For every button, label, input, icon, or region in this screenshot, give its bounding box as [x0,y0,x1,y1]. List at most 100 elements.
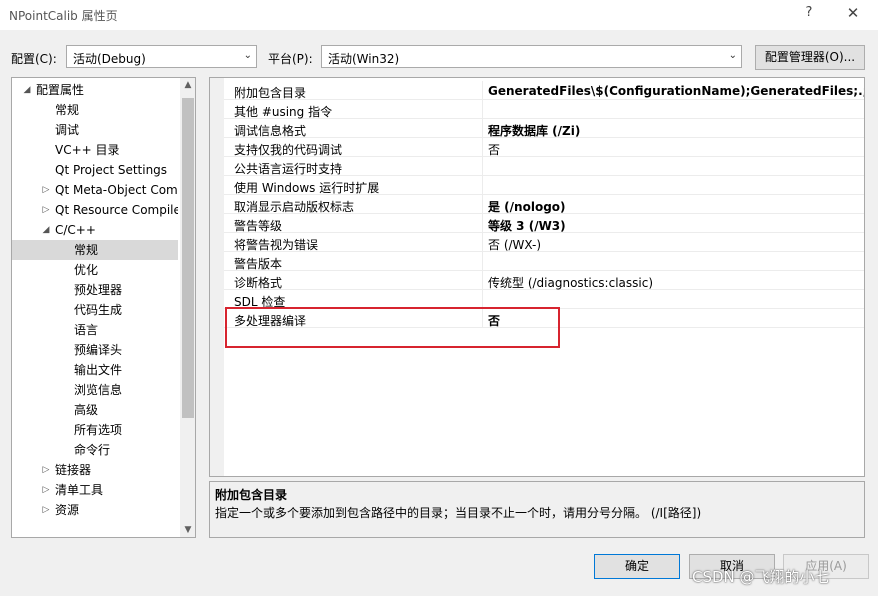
tree-item[interactable]: ▷ 清单工具 [12,480,178,500]
property-name: 警告版本 [234,257,283,271]
close-icon[interactable]: ✕ [842,4,864,22]
tree-item-label: 高级 [74,403,99,417]
tree-item-label: 输出文件 [74,363,123,377]
tree-item-label: 命令行 [74,443,111,457]
property-name: 警告等级 [234,219,283,233]
ok-button[interactable]: 确定 [594,554,680,579]
property-name: 将警告视为错误 [234,238,319,252]
configuration-manager-button[interactable]: 配置管理器(O)... [755,45,865,70]
property-value[interactable]: GeneratedFiles\$(ConfigurationName);Gene… [488,84,864,98]
column-divider [482,157,483,176]
column-divider [482,252,483,271]
expand-arrow-icon[interactable]: ▷ [41,500,51,520]
tree-item-label: 配置属性 [36,83,85,97]
tree-item-label: 所有选项 [74,423,123,437]
property-name: 支持仅我的代码调试 [234,143,343,157]
property-name: 诊断格式 [234,276,283,290]
tree-item-label: 优化 [74,263,99,277]
tree-item-label: 预编译头 [74,343,123,357]
column-divider [482,81,483,100]
property-grid: 附加包含目录 GeneratedFiles\$(ConfigurationName… [209,77,865,477]
config-dropdown[interactable]: 活动(Debug) ⌄ [66,45,257,68]
platform-label: 平台(P): [268,52,313,66]
property-value[interactable]: 否 (/WX-) [488,236,864,253]
property-row[interactable]: 取消显示启动版权标志 是 (/nologo) [224,195,864,215]
property-name: 使用 Windows 运行时扩展 [234,181,380,195]
grid-gutter [210,78,224,476]
property-value[interactable]: 等级 3 (/W3) [488,217,864,234]
tree-item-label: 调试 [55,123,80,137]
tree-item[interactable]: 高级 [12,400,178,420]
tree-item[interactable]: ◢ C/C++ [12,220,178,240]
property-row[interactable]: 将警告视为错误 否 (/WX-) [224,233,864,253]
tree-item-label: Qt Resource Compiler [55,203,178,217]
tree-item[interactable]: 常规 [12,240,178,260]
tree-item[interactable]: 命令行 [12,440,178,460]
tree-item-label: 常规 [55,103,80,117]
platform-dropdown-value: 活动(Win32) [328,52,400,66]
column-divider [482,214,483,233]
property-row[interactable]: 支持仅我的代码调试 否 [224,138,864,158]
property-name: 调试信息格式 [234,124,307,138]
tree-item[interactable]: 常规 [12,100,178,120]
tree-item[interactable]: 语言 [12,320,178,340]
tree-item[interactable]: ◢ 配置属性 [12,80,178,100]
highlight-box [225,307,560,348]
tree-item[interactable]: 浏览信息 [12,380,178,400]
description-text: 指定一个或多个要添加到包含路径中的目录；当目录不止一个时，请用分号分隔。 (/I… [215,506,702,520]
property-row[interactable]: 公共语言运行时支持 [224,157,864,176]
column-divider [482,100,483,119]
property-row[interactable]: 附加包含目录 GeneratedFiles\$(ConfigurationName… [224,81,864,100]
tree-item-label: VC++ 目录 [55,143,120,157]
tree-item[interactable]: ▷ 资源 [12,500,178,520]
property-name: 附加包含目录 [234,86,307,100]
title-bar: NPointCalib 属性页 ? ✕ [0,0,878,30]
column-divider [482,119,483,138]
tree-item[interactable]: 代码生成 [12,300,178,320]
collapse-arrow-icon[interactable]: ◢ [41,220,51,240]
tree-item[interactable]: 预处理器 [12,280,178,300]
tree-item[interactable]: ▷ Qt Resource Compiler [12,200,178,220]
tree-item[interactable]: 预编译头 [12,340,178,360]
column-divider [482,271,483,290]
expand-arrow-icon[interactable]: ▷ [41,460,51,480]
tree-item[interactable]: 优化 [12,260,178,280]
property-value[interactable]: 传统型 (/diagnostics:classic) [488,274,864,291]
tree-item[interactable]: ▷ 链接器 [12,460,178,480]
property-row[interactable]: 其他 #using 指令 [224,100,864,119]
platform-dropdown[interactable]: 活动(Win32) ⌄ [321,45,742,68]
property-value[interactable]: 是 (/nologo) [488,198,864,215]
scroll-down-icon[interactable]: ▼ [180,525,195,535]
collapse-arrow-icon[interactable]: ◢ [22,80,32,100]
tree-item[interactable]: 调试 [12,120,178,140]
chevron-down-icon: ⌄ [243,50,252,61]
tree-item-label: 资源 [55,503,80,517]
tree-item-label: 清单工具 [55,483,104,497]
expand-arrow-icon[interactable]: ▷ [41,200,51,220]
tree-item-label: C/C++ [55,223,96,237]
property-row[interactable]: 警告等级 等级 3 (/W3) [224,214,864,234]
config-label: 配置(C): [11,52,57,66]
property-row[interactable]: 使用 Windows 运行时扩展 [224,176,864,195]
tree-item-label: 链接器 [55,463,92,477]
tree-item-label: 浏览信息 [74,383,123,397]
help-icon[interactable]: ? [799,5,819,20]
scroll-up-icon[interactable]: ▲ [180,80,195,90]
tree-item-label: 常规 [74,243,99,257]
property-row[interactable]: 调试信息格式 程序数据库 (/Zi) [224,119,864,139]
property-row[interactable]: 诊断格式 传统型 (/diagnostics:classic) [224,271,864,291]
tree-item[interactable]: 输出文件 [12,360,178,380]
tree-item[interactable]: 所有选项 [12,420,178,440]
expand-arrow-icon[interactable]: ▷ [41,180,51,200]
scroll-thumb[interactable] [182,98,194,418]
tree-item[interactable]: ▷ Qt Meta-Object Compiler [12,180,178,200]
tree-item[interactable]: VC++ 目录 [12,140,178,160]
tree-scrollbar[interactable]: ▲ ▼ [180,78,195,537]
column-divider [482,138,483,157]
property-value[interactable]: 否 [488,141,864,158]
property-value[interactable]: 程序数据库 (/Zi) [488,122,864,139]
tree-item-label: Qt Project Settings [55,163,168,177]
property-row[interactable]: 警告版本 [224,252,864,271]
expand-arrow-icon[interactable]: ▷ [41,480,51,500]
tree-item[interactable]: Qt Project Settings [12,160,178,180]
